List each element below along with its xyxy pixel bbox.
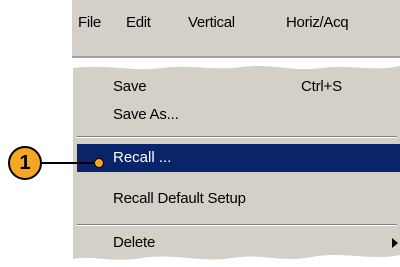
menu-bar: File Edit Vertical Horiz/Acq: [72, 0, 400, 58]
torn-edge-top: [72, 60, 400, 70]
callout-number-badge: 1: [8, 146, 42, 180]
callout-leader-line: [42, 162, 97, 164]
submenu-arrow-icon: [392, 238, 398, 248]
menu-vertical[interactable]: Vertical: [188, 14, 235, 31]
menu-item-label: Save As...: [113, 106, 179, 123]
menu-item-label: Save: [113, 78, 147, 95]
callout-pointer-dot: [94, 158, 104, 168]
menu-separator: [77, 224, 397, 226]
menu-item-label: Recall Default Setup: [113, 190, 246, 207]
file-dropdown-menu: Save Ctrl+S Save As... Recall ... Recall…: [72, 66, 400, 267]
menu-item-recall[interactable]: Recall ...: [77, 144, 400, 172]
menu-edit[interactable]: Edit: [126, 14, 151, 31]
menu-item-shortcut: Ctrl+S: [301, 78, 342, 95]
menu-separator: [77, 136, 397, 138]
menu-item-label: Recall ...: [113, 149, 172, 166]
menu-horiz-acq[interactable]: Horiz/Acq: [286, 14, 349, 31]
torn-edge-bottom: [72, 255, 400, 267]
menu-file[interactable]: File: [78, 14, 101, 31]
